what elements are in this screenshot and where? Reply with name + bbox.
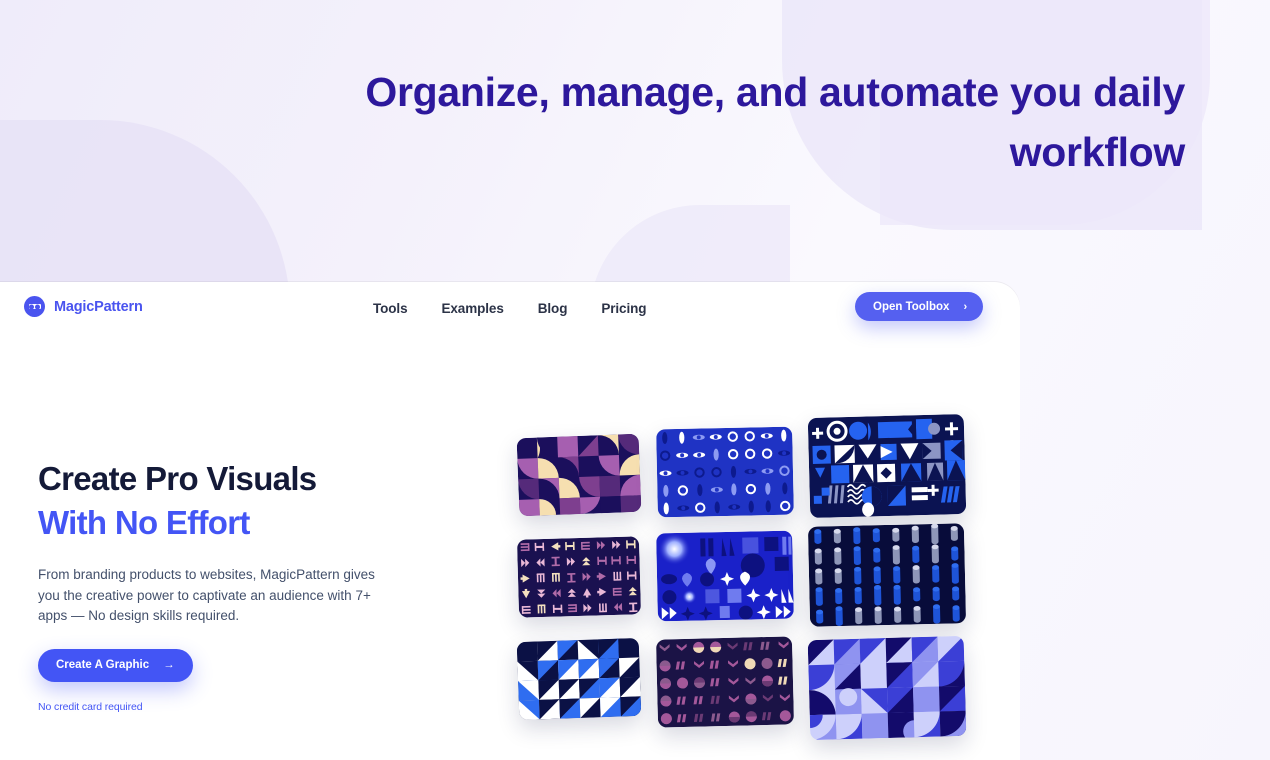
- pattern-card-blue-glow-glyphs[interactable]: [656, 530, 794, 622]
- pattern-gallery: [512, 408, 982, 753]
- pattern-card-blue-triangle-mosaic[interactable]: [516, 637, 642, 721]
- create-a-graphic-label: Create A Graphic: [56, 659, 150, 671]
- hero-paragraph: From branding products to websites, Magi…: [38, 567, 375, 623]
- open-toolbox-label: Open Toolbox: [873, 300, 950, 313]
- nav-link-examples[interactable]: Examples: [442, 301, 504, 316]
- chevron-right-icon: ›: [963, 300, 968, 313]
- hero-title-line-2: With No Effort: [38, 504, 250, 541]
- pattern-card-indigo-geometric-mosaic[interactable]: [807, 635, 967, 741]
- nav-link-blog[interactable]: Blog: [538, 301, 568, 316]
- open-toolbox-button[interactable]: Open Toolbox ›: [855, 292, 984, 321]
- hero-copy: Create Pro Visuals With No Effort From b…: [38, 457, 438, 713]
- brand-name-label: MagicPattern: [54, 298, 143, 315]
- arrow-right-icon: →: [163, 659, 175, 671]
- pattern-card-navy-rune-glyphs[interactable]: [516, 536, 642, 618]
- pattern-card-blue-abstract-shapes[interactable]: [807, 413, 967, 519]
- create-a-graphic-button[interactable]: Create A Graphic →: [38, 648, 193, 682]
- app-panel: MagicPattern Tools Examples Blog Pricing…: [0, 282, 1020, 760]
- pattern-card-plum-circle-chevrons[interactable]: [655, 636, 795, 728]
- nav-links: Tools Examples Blog Pricing: [373, 282, 647, 334]
- no-credit-card-note: No credit card required: [38, 700, 143, 713]
- hero-title-line-1: Create Pro Visuals: [38, 460, 317, 497]
- brand-logo-link[interactable]: MagicPattern: [24, 296, 143, 317]
- nav-link-pricing[interactable]: Pricing: [601, 301, 646, 316]
- pattern-card-navy-3d-cylinders[interactable]: [807, 523, 967, 627]
- banner-headline: Organize, manage, and automate you daily…: [365, 69, 1185, 175]
- nav-link-tools[interactable]: Tools: [373, 301, 408, 316]
- pattern-card-bauhaus-quarter-circles[interactable]: [516, 433, 642, 517]
- pattern-card-blue-dot-grid[interactable]: [656, 426, 794, 518]
- magicpattern-logo-icon: [24, 296, 45, 317]
